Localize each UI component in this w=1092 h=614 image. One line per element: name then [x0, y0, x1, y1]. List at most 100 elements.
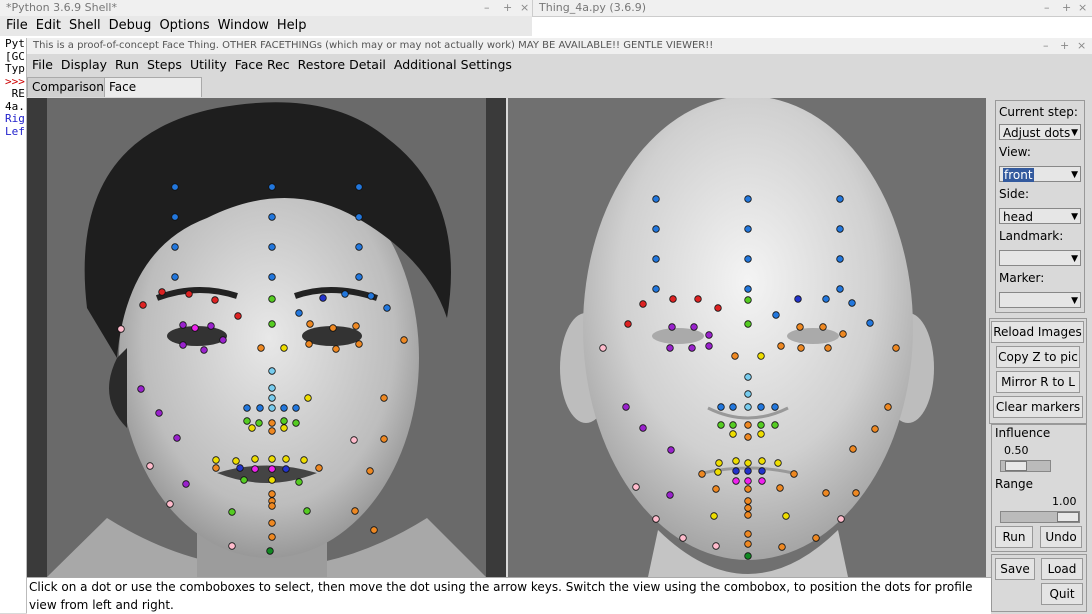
landmark-dot[interactable] — [355, 340, 363, 348]
landmark-dot[interactable] — [639, 300, 647, 308]
landmark-dot[interactable] — [228, 542, 236, 550]
clear-markers-button[interactable]: Clear markers — [993, 396, 1083, 418]
landmark-dot[interactable] — [292, 404, 300, 412]
landmark-dot[interactable] — [744, 540, 752, 548]
range-slider-handle[interactable] — [1057, 512, 1079, 522]
landmark-dot[interactable] — [744, 504, 752, 512]
landmark-dot[interactable] — [822, 295, 830, 303]
landmark-dot[interactable] — [758, 467, 766, 475]
run-button[interactable]: Run — [995, 526, 1033, 548]
copy-z-button[interactable]: Copy Z to pic — [996, 346, 1080, 368]
landmark-dot[interactable] — [744, 511, 752, 519]
landmark-dot[interactable] — [652, 515, 660, 523]
landmark-dot[interactable] — [705, 331, 713, 339]
influence-slider[interactable] — [1000, 460, 1051, 472]
landmark-dot[interactable] — [146, 462, 154, 470]
landmark-dot[interactable] — [350, 436, 358, 444]
landmark-dot[interactable] — [774, 459, 782, 467]
landmark-dot[interactable] — [305, 340, 313, 348]
landmark-dot[interactable] — [866, 319, 874, 327]
landmark-dot[interactable] — [255, 419, 263, 427]
landmark-dot[interactable] — [280, 417, 288, 425]
landmark-dot[interactable] — [771, 421, 779, 429]
landmark-dot[interactable] — [248, 424, 256, 432]
landmark-dot[interactable] — [236, 464, 244, 472]
close-icon[interactable]: × — [520, 0, 529, 16]
landmark-dot[interactable] — [207, 322, 215, 330]
landmark-dot[interactable] — [778, 543, 786, 551]
landmark-dot[interactable] — [690, 323, 698, 331]
landmark-dot[interactable] — [714, 468, 722, 476]
landmark-dot[interactable] — [731, 352, 739, 360]
landmark-dot[interactable] — [679, 534, 687, 542]
maximize-icon[interactable]: + — [1062, 0, 1071, 16]
landmark-dot[interactable] — [669, 295, 677, 303]
landmark-dot[interactable] — [698, 470, 706, 478]
landmark-dot[interactable] — [710, 512, 718, 520]
landmark-dot[interactable] — [355, 273, 363, 281]
tab-comparisons[interactable]: Comparisons — [27, 77, 110, 97]
landmark-dot[interactable] — [355, 213, 363, 221]
landmark-dot[interactable] — [794, 295, 802, 303]
model-landmark-layer[interactable] — [508, 98, 986, 577]
landmark-dot[interactable] — [622, 403, 630, 411]
landmark-dot[interactable] — [849, 445, 857, 453]
landmark-dot[interactable] — [251, 465, 259, 473]
landmark-dot[interactable] — [732, 457, 740, 465]
photo-landmark-layer[interactable] — [27, 98, 506, 577]
shell-menu-debug[interactable]: Debug — [109, 16, 152, 36]
landmark-dot[interactable] — [243, 404, 251, 412]
landmark-dot[interactable] — [837, 515, 845, 523]
landmark-dot[interactable] — [171, 183, 179, 191]
landmark-dot[interactable] — [632, 483, 640, 491]
landmark-dot[interactable] — [355, 243, 363, 251]
minimize-icon[interactable]: – — [484, 0, 490, 16]
landmark-dot[interactable] — [852, 489, 860, 497]
landmark-dot[interactable] — [744, 225, 752, 233]
landmark-dot[interactable] — [744, 497, 752, 505]
landmark-dot[interactable] — [295, 309, 303, 317]
landmark-dot[interactable] — [282, 455, 290, 463]
landmark-dot[interactable] — [292, 419, 300, 427]
landmark-dot[interactable] — [836, 285, 844, 293]
landmark-dot[interactable] — [158, 288, 166, 296]
maximize-icon[interactable]: + — [1060, 38, 1069, 54]
landmark-dot[interactable] — [268, 404, 276, 412]
landmark-dot[interactable] — [744, 320, 752, 328]
landmark-dot[interactable] — [599, 344, 607, 352]
menu-file[interactable]: File — [32, 54, 53, 76]
shell-menu-file[interactable]: File — [6, 16, 28, 36]
landmark-dot[interactable] — [355, 183, 363, 191]
landmark-dot[interactable] — [139, 301, 147, 309]
landmark-dot[interactable] — [268, 533, 276, 541]
close-icon[interactable]: × — [1077, 38, 1086, 54]
landmark-dot[interactable] — [268, 384, 276, 392]
landmark-dot[interactable] — [280, 424, 288, 432]
landmark-dot[interactable] — [268, 465, 276, 473]
landmark-dot[interactable] — [300, 456, 308, 464]
landmark-dot[interactable] — [624, 320, 632, 328]
landmark-dot[interactable] — [744, 255, 752, 263]
landmark-dot[interactable] — [137, 385, 145, 393]
landmark-dot[interactable] — [117, 325, 125, 333]
landmark-dot[interactable] — [744, 195, 752, 203]
landmark-dot[interactable] — [268, 455, 276, 463]
menu-display[interactable]: Display — [61, 54, 107, 76]
landmark-dot[interactable] — [268, 367, 276, 375]
landmark-combobox[interactable]: ▼ — [999, 250, 1081, 266]
landmark-dot[interactable] — [714, 304, 722, 312]
landmark-dot[interactable] — [303, 507, 311, 515]
landmark-dot[interactable] — [256, 404, 264, 412]
landmark-dot[interactable] — [282, 465, 290, 473]
landmark-dot[interactable] — [652, 225, 660, 233]
mirror-button[interactable]: Mirror R to L — [996, 371, 1080, 393]
landmark-dot[interactable] — [367, 292, 375, 300]
maximize-icon[interactable]: + — [503, 0, 512, 16]
shell-menu-window[interactable]: Window — [218, 16, 269, 36]
landmark-dot[interactable] — [200, 346, 208, 354]
landmark-dot[interactable] — [191, 324, 199, 332]
landmark-dot[interactable] — [848, 299, 856, 307]
landmark-dot[interactable] — [304, 394, 312, 402]
landmark-dot[interactable] — [729, 421, 737, 429]
landmark-dot[interactable] — [666, 491, 674, 499]
